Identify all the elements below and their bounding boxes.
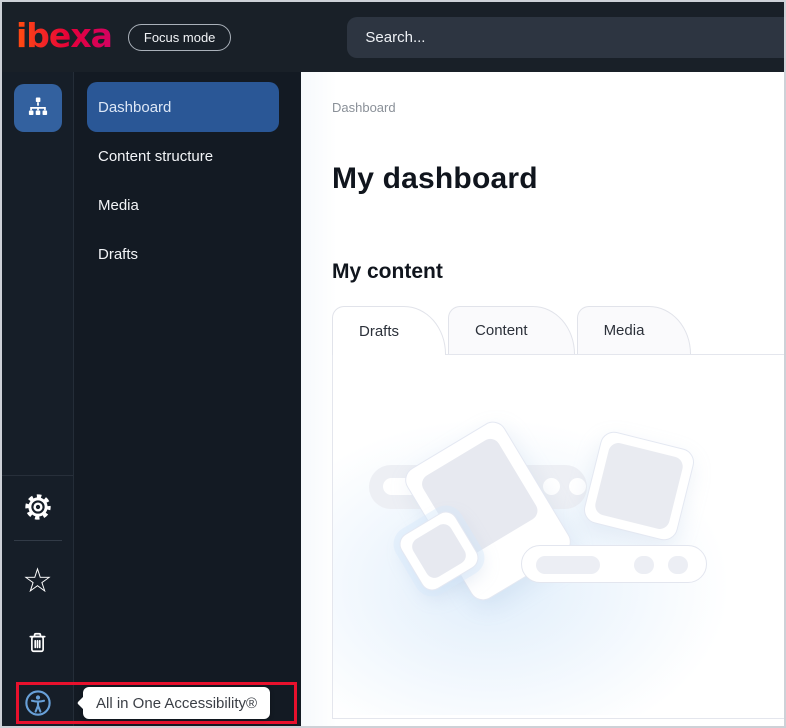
sidebar-item-drafts[interactable]: Drafts [74,230,301,279]
tab-label: Content [475,322,528,339]
my-content-tabs: Drafts Content Media [332,306,784,354]
sidebar-item-media[interactable]: Media [74,181,301,230]
settings-button[interactable] [14,486,62,530]
bookmarks-button[interactable]: ☆ [14,561,62,605]
global-search [347,17,784,58]
sidebar-item-label: Content structure [98,148,213,165]
tab-media[interactable]: Media [577,306,692,354]
main-content: Dashboard My dashboard My content Drafts… [301,72,784,726]
rail-divider [14,540,62,541]
ibexa-admin-window: ibexa Focus mode [0,0,786,728]
trash-button[interactable] [14,622,62,666]
section-title: My content [332,260,784,284]
sidebar-menu: Dashboard Content structure Media Drafts [74,72,301,726]
trash-icon [24,629,51,659]
page-title: My dashboard [332,162,784,196]
tab-content[interactable]: Content [448,306,575,354]
tab-label: Media [604,322,645,339]
empty-state-illustration [333,355,784,718]
content-structure-rail-button[interactable] [14,84,62,132]
sidebar-item-label: Media [98,197,139,214]
focus-mode-button[interactable]: Focus mode [128,24,232,51]
tab-label: Drafts [359,323,399,340]
star-icon: ☆ [22,564,52,598]
rail-bottom-section: ☆ [2,475,73,726]
accessibility-button[interactable] [14,682,62,726]
search-input[interactable] [347,17,784,58]
drafts-tab-panel [332,354,784,719]
tab-drafts[interactable]: Drafts [332,306,446,355]
sidebar-item-label: Drafts [98,246,138,263]
sidebar-item-content-structure[interactable]: Content structure [74,132,301,181]
gear-icon [22,491,54,526]
topbar: ibexa Focus mode [2,2,784,72]
accessibility-tooltip: All in One Accessibility® [83,687,270,719]
sitemap-icon [25,94,51,123]
sidebar-item-dashboard[interactable]: Dashboard [87,82,279,132]
accessibility-icon [23,688,53,721]
icon-rail: ☆ [2,72,74,726]
sidebar-item-label: Dashboard [98,99,171,116]
ibexa-logo[interactable]: ibexa [16,19,112,56]
breadcrumb[interactable]: Dashboard [332,100,784,115]
illustration-bar [521,545,707,583]
